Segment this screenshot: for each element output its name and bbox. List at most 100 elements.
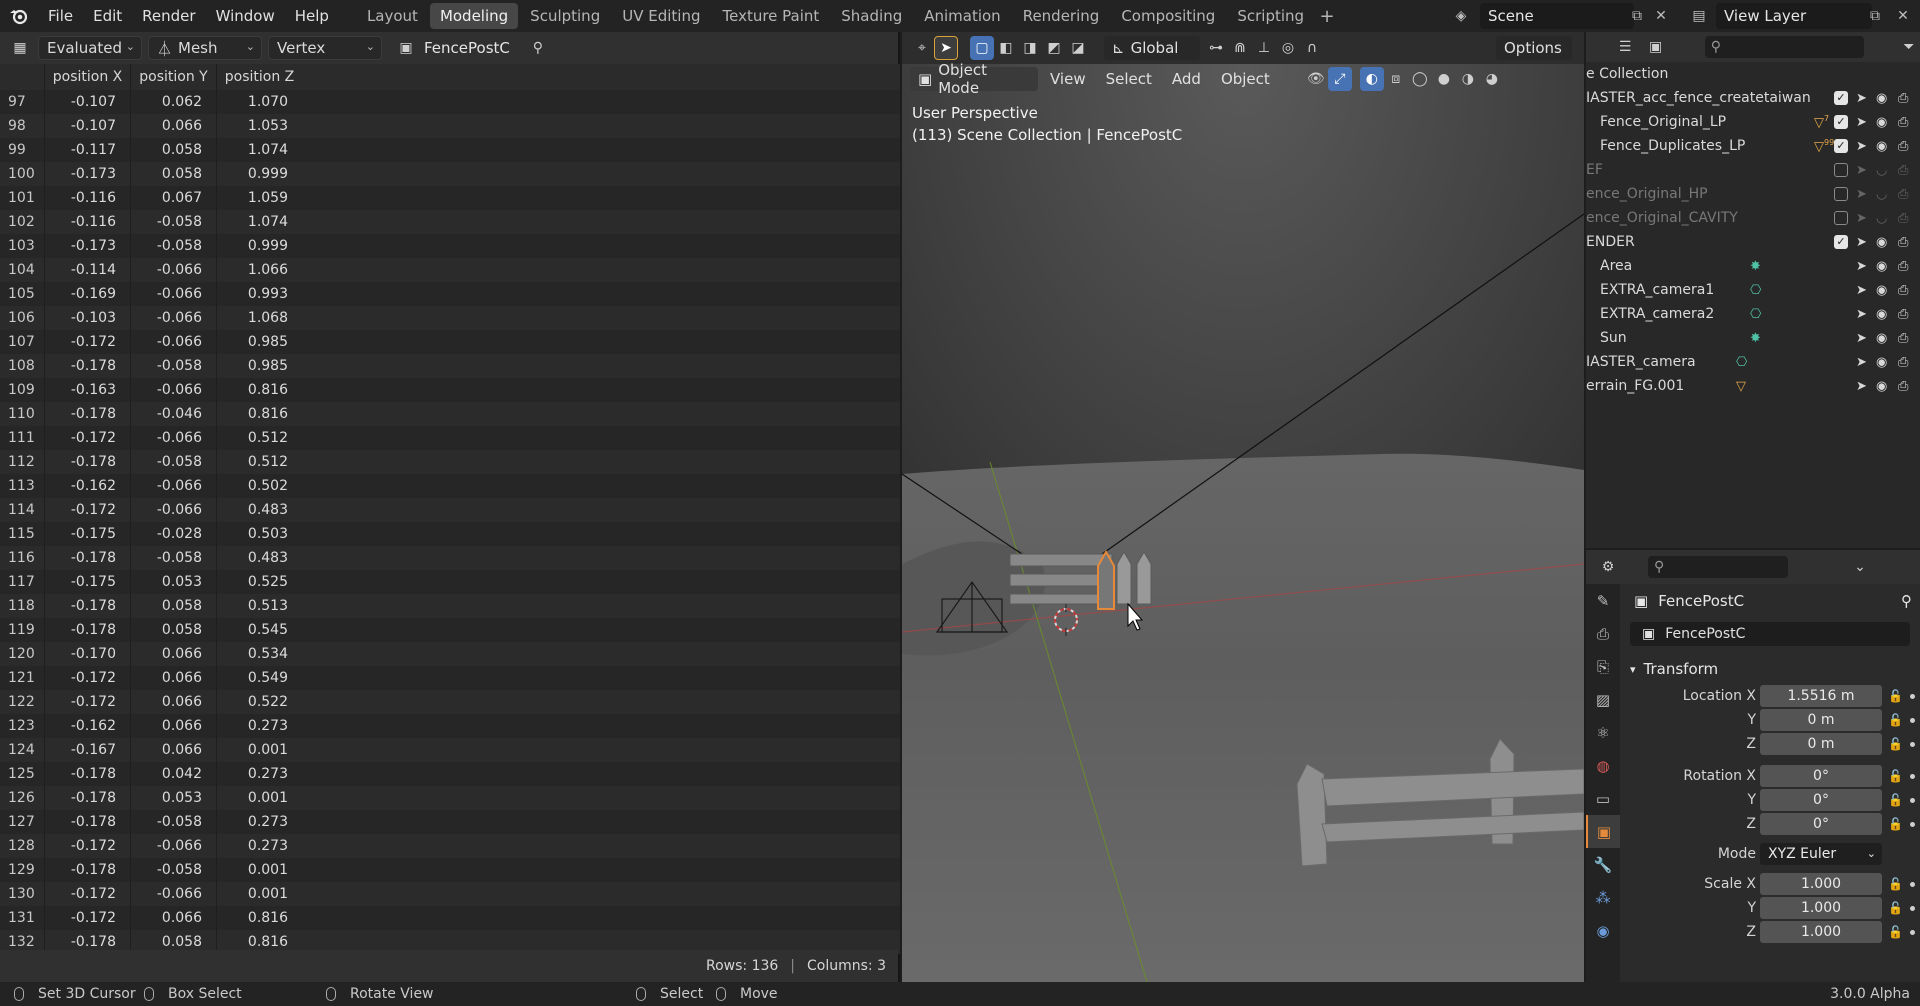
keyframe-dot-icon[interactable] — [1910, 774, 1915, 779]
keyframe-dot-icon[interactable] — [1910, 742, 1915, 747]
gizmo-icon[interactable]: ⤢ — [1327, 67, 1352, 91]
visibility-eye-icon[interactable]: ◉ — [1876, 283, 1887, 298]
properties-editor-type-icon[interactable]: ⚙ — [1596, 555, 1620, 579]
tab-layout[interactable]: Layout — [357, 3, 428, 29]
exclude-checkbox[interactable]: ✓ — [1834, 139, 1848, 153]
selectable-icon[interactable]: ➤ — [1856, 355, 1867, 370]
exclude-checkbox[interactable]: ✓ — [1834, 235, 1848, 249]
menu-view[interactable]: View — [1042, 67, 1094, 91]
selectable-icon[interactable]: ➤ — [1856, 379, 1867, 394]
selectable-icon[interactable]: ➤ — [1856, 163, 1867, 178]
lock-icon[interactable]: 🔓 — [1888, 793, 1903, 807]
render-visibility-icon[interactable]: ⎙ — [1898, 163, 1908, 178]
outliner-item[interactable]: Fence_Duplicates_LP ▽99 ✓ ➤ ◉ ⎙ — [1586, 134, 1920, 158]
render-visibility-icon[interactable]: ⎙ — [1898, 187, 1908, 202]
visibility-eye-icon[interactable]: ◉ — [1876, 331, 1887, 346]
scale-y-field[interactable]: 1.000 — [1760, 897, 1882, 919]
blender-logo-icon[interactable] — [0, 0, 38, 32]
camera-data-icon[interactable]: ⎔ — [1736, 355, 1747, 370]
object-name-field[interactable]: ▣ FencePostC — [1630, 622, 1910, 646]
keyframe-dot-icon[interactable] — [1910, 930, 1915, 935]
column-header-position-y[interactable]: position Y — [130, 64, 216, 90]
modifier-tab-icon[interactable]: 🔧 — [1586, 848, 1620, 881]
menu-add[interactable]: Add — [1164, 67, 1209, 91]
light-data-icon[interactable]: ✸ — [1750, 331, 1761, 346]
render-visibility-icon[interactable]: ⎙ — [1898, 91, 1908, 106]
material-shading-icon[interactable]: ◑ — [1456, 67, 1480, 91]
outliner-item[interactable]: Fence_Original_LP ▽7 ✓ ➤ ◉ ⎙ — [1586, 110, 1920, 134]
visibility-eye-icon[interactable]: ◉ — [1876, 307, 1887, 322]
keyframe-dot-icon[interactable] — [1910, 906, 1915, 911]
options-button[interactable]: Options — [1496, 36, 1572, 60]
visibility-eye-icon[interactable]: ◉ — [1876, 259, 1887, 274]
object-tab-icon[interactable]: ▣ — [1586, 815, 1620, 848]
physics-tab-icon[interactable]: ◉ — [1586, 914, 1620, 947]
outliner-item[interactable]: Area ✸ ➤ ◉ ⎙ — [1586, 254, 1920, 278]
render-visibility-icon[interactable]: ⎙ — [1898, 355, 1908, 370]
snap-icon[interactable]: ⋒ — [1228, 36, 1252, 60]
selectable-icon[interactable]: ➤ — [1856, 331, 1867, 346]
selectable-icon[interactable]: ➤ — [1856, 91, 1867, 106]
location-z-field[interactable]: 0 m — [1760, 733, 1882, 755]
render-visibility-icon[interactable]: ⎙ — [1898, 379, 1908, 394]
outliner-item[interactable]: ENDER ✓ ➤ ◉ ⎙ — [1586, 230, 1920, 254]
transform-panel-header[interactable]: ▾ Transform — [1620, 654, 1920, 684]
outliner-item[interactable]: ence_Original_CAVITY ➤ ◡ ⎙ — [1586, 206, 1920, 230]
render-visibility-icon[interactable]: ⎙ — [1898, 115, 1908, 130]
tab-compositing[interactable]: Compositing — [1111, 3, 1225, 29]
lock-icon[interactable]: 🔓 — [1888, 769, 1903, 783]
select-invert-icon[interactable]: ◩ — [1042, 36, 1066, 60]
snap-target-icon[interactable]: ⊥ — [1252, 36, 1276, 60]
pin-icon[interactable]: ⚲ — [1901, 592, 1912, 610]
particles-tab-icon[interactable]: ⁂ — [1586, 881, 1620, 914]
lock-icon[interactable]: 🔓 — [1888, 925, 1903, 939]
wireframe-shading-icon[interactable]: ◯ — [1408, 67, 1432, 91]
selectable-icon[interactable]: ➤ — [1856, 187, 1867, 202]
keyframe-dot-icon[interactable] — [1910, 798, 1915, 803]
lock-icon[interactable]: 🔓 — [1888, 713, 1903, 727]
outliner-search-input[interactable]: ⚲ — [1704, 36, 1864, 58]
proportional-edit-icon[interactable]: ◎ — [1276, 36, 1300, 60]
rotation-mode-dropdown[interactable]: XYZ Euler ⌄ — [1760, 843, 1882, 865]
outliner-item[interactable]: IASTER_acc_fence_createtaiwan ✓ ➤ ◉ ⎙ — [1586, 86, 1920, 110]
visibility-eye-icon[interactable]: ◉ — [1876, 91, 1887, 106]
render-visibility-icon[interactable]: ⎙ — [1898, 331, 1908, 346]
add-workspace-icon[interactable]: + — [1316, 6, 1338, 27]
selectable-icon[interactable]: ➤ — [1856, 211, 1867, 226]
collection-tab-icon[interactable]: ▭ — [1586, 782, 1620, 815]
selectable-icon[interactable]: ➤ — [1856, 139, 1867, 154]
menu-edit[interactable]: Edit — [83, 0, 132, 32]
keyframe-dot-icon[interactable] — [1910, 822, 1915, 827]
tab-scripting[interactable]: Scripting — [1227, 3, 1314, 29]
solid-shading-icon[interactable]: ● — [1432, 67, 1456, 91]
light-data-icon[interactable]: ✸ — [1750, 259, 1761, 274]
selectable-icon[interactable]: ➤ — [1856, 235, 1867, 250]
menu-help[interactable]: Help — [285, 0, 339, 32]
selectable-icon[interactable]: ➤ — [1856, 259, 1867, 274]
lock-icon[interactable]: 🔓 — [1888, 877, 1903, 891]
rotation-y-field[interactable]: 0° — [1760, 789, 1882, 811]
render-visibility-icon[interactable]: ⎙ — [1898, 235, 1908, 250]
visibility-eye-icon[interactable]: ◉ — [1876, 355, 1887, 370]
view-layer-icon[interactable]: ▤ — [1686, 3, 1712, 29]
transform-orientation-dropdown[interactable]: ⊾ Global — [1104, 36, 1200, 60]
tab-sculpting[interactable]: Sculpting — [520, 3, 610, 29]
properties-search-input[interactable]: ⚲ — [1648, 556, 1788, 578]
visibility-eye-icon[interactable]: ◡ — [1876, 163, 1887, 178]
outliner-editor-type-icon[interactable]: ☰ — [1614, 35, 1636, 59]
mode-dropdown[interactable]: ▣ Object Mode — [910, 61, 1038, 97]
geometry-dropdown[interactable]: ⏃ Mesh ⌄ — [148, 36, 262, 60]
rendered-shading-icon[interactable]: ◕ — [1480, 67, 1504, 91]
tab-shading[interactable]: Shading — [831, 3, 912, 29]
tab-rendering[interactable]: Rendering — [1013, 3, 1110, 29]
outliner-item[interactable]: EF ➤ ◡ ⎙ — [1586, 158, 1920, 182]
menu-window[interactable]: Window — [206, 0, 285, 32]
view-layer-selector[interactable]: View Layer — [1716, 3, 1872, 29]
3d-viewport[interactable]: ⌖ ➤ ▢ ◧ ◨ ◩ ◪ ⊾ Global ⊶ ⋒ ⊥ ◎ ∩ Options … — [902, 32, 1584, 982]
pivot-point-icon[interactable]: ⊶ — [1204, 36, 1228, 60]
select-tool-icon[interactable]: ➤ — [934, 36, 958, 60]
editor-type-icon[interactable]: ⌖ — [910, 36, 934, 60]
lock-icon[interactable]: 🔓 — [1888, 901, 1903, 915]
outliner-item[interactable]: Sun ✸ ➤ ◉ ⎙ — [1586, 326, 1920, 350]
menu-select[interactable]: Select — [1098, 67, 1160, 91]
